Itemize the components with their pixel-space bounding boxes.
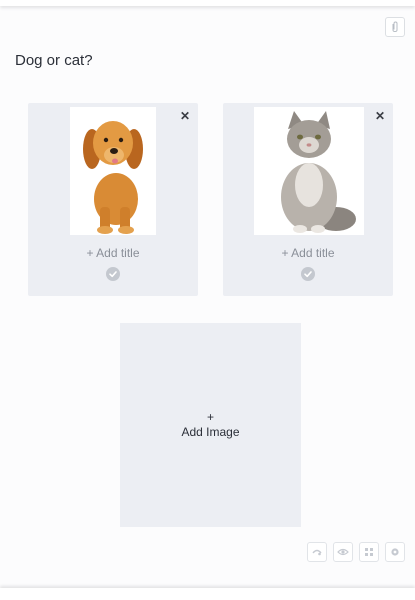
check-circle-icon[interactable] [301, 267, 315, 281]
puppy-photo [70, 107, 156, 235]
pin-icon [312, 549, 322, 556]
pin-button[interactable] [307, 542, 327, 562]
checkmark-glyph [304, 271, 312, 278]
check-circle-icon[interactable] [106, 267, 120, 281]
settings-button[interactable] [385, 542, 405, 562]
remove-option-button[interactable]: ✕ [375, 110, 385, 122]
plus-icon: + [206, 410, 214, 424]
bottom-divider [0, 588, 415, 600]
add-image-label: Add Image [181, 425, 240, 439]
expand-button[interactable] [359, 542, 379, 562]
checkmark-glyph [109, 271, 117, 278]
remove-option-button[interactable]: ✕ [180, 110, 190, 122]
gear-icon [391, 548, 399, 556]
option-card-cat[interactable]: ✕ + Add title [223, 103, 393, 296]
option-card-dog[interactable]: ✕ + Add title [28, 103, 198, 296]
paperclip-icon [392, 21, 398, 33]
option-image[interactable] [70, 107, 156, 235]
option-image[interactable] [254, 107, 364, 235]
add-title-link[interactable]: + Add title [223, 246, 393, 260]
preview-button[interactable] [333, 542, 353, 562]
add-title-link[interactable]: + Add title [28, 246, 198, 260]
attach-button[interactable] [385, 17, 405, 37]
eye-icon [337, 548, 349, 556]
top-divider [0, 0, 415, 6]
add-image-button[interactable]: + Add Image [120, 323, 301, 527]
expand-icon [365, 548, 373, 556]
question-title[interactable]: Dog or cat? [15, 52, 93, 69]
poll-editor: Dog or cat? ✕ + Add title ✕ + Add title … [0, 0, 415, 600]
cat-photo [254, 107, 364, 235]
